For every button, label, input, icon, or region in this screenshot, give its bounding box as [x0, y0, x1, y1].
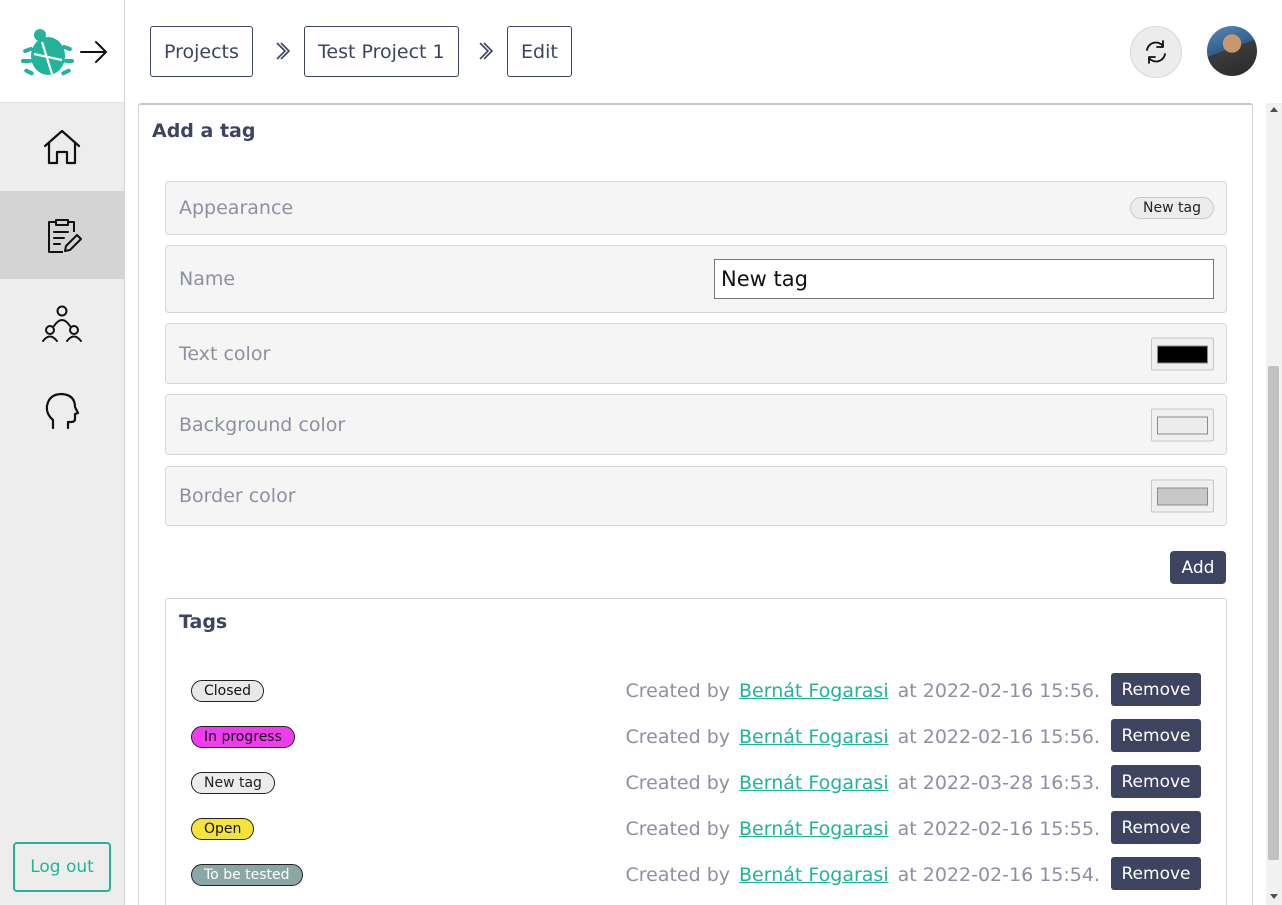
appearance-preview-tag: New tag: [1130, 197, 1214, 219]
created-by-text: Created by: [625, 772, 731, 794]
table-row: To be tested Created by Bernát Fogarasi at …: [166, 857, 1228, 893]
table-row: Closed Created by Bernát Fogarasi at 2022-0…: [166, 673, 1228, 709]
created-by-text: Created by: [625, 680, 731, 702]
clipboard-edit-icon: [48, 219, 82, 253]
app-window: Log out Projects Test Project 1 Edit Add…: [0, 0, 1282, 905]
border-color-picker[interactable]: [1151, 479, 1214, 513]
created-by-text: Created by: [625, 726, 731, 748]
add-tag-panel: Add a tag Appearance New tag Name Text c…: [138, 103, 1253, 905]
home-icon: [43, 129, 81, 165]
head-icon: [45, 392, 80, 430]
tag-label: Closed: [191, 680, 265, 702]
name-row: Name: [165, 245, 1227, 313]
breadcrumb-projects[interactable]: Projects: [150, 26, 253, 77]
logout-button[interactable]: Log out: [13, 842, 111, 892]
name-label: Name: [179, 268, 236, 290]
tag-label: In progress: [191, 726, 295, 748]
background-color-swatch: [1157, 416, 1208, 434]
chevron-right-icon: [276, 42, 290, 60]
sidebar-item-projects[interactable]: [0, 191, 124, 279]
text-color-row: Text color: [165, 323, 1227, 384]
sidebar: Log out: [0, 0, 125, 905]
tag-meta: Created by Bernát Fogarasi at 2022-02-16 1…: [625, 818, 1100, 840]
users-icon: [42, 305, 82, 342]
created-time: at 2022-02-16 15:56.: [897, 680, 1100, 702]
author-link[interactable]: Bernát Fogarasi: [739, 726, 889, 748]
tags-list-box: Tags Closed Created by Bernát Fogarasi at 2…: [165, 598, 1227, 905]
border-color-swatch: [1157, 487, 1208, 506]
border-color-row: Border color: [165, 466, 1227, 526]
refresh-icon: [1146, 40, 1166, 64]
created-time: at 2022-02-16 15:56.: [897, 726, 1100, 748]
text-color-label: Text color: [179, 342, 271, 365]
author-link[interactable]: Bernát Fogarasi: [739, 772, 889, 794]
author-link[interactable]: Bernát Fogarasi: [739, 680, 889, 702]
created-time: at 2022-02-16 15:54.: [897, 864, 1100, 886]
avatar[interactable]: [1207, 26, 1257, 76]
background-color-row: Background color: [165, 394, 1227, 455]
table-row: In progress Created by Bernát Fogarasi at 2…: [166, 719, 1228, 755]
panel-title: Add a tag: [152, 120, 256, 142]
chevron-right-icon: [479, 42, 493, 60]
created-by-text: Created by: [625, 818, 731, 840]
table-row: Open Created by Bernát Fogarasi at 2022-02-…: [166, 811, 1228, 847]
tag-label: New tag: [191, 772, 275, 794]
scroll-up-arrow-icon[interactable]: [1270, 107, 1278, 112]
remove-tag-button[interactable]: Remove: [1111, 857, 1201, 890]
sidebar-item-profile[interactable]: [0, 367, 124, 455]
bug-logo-icon[interactable]: [20, 26, 74, 78]
created-time: at 2022-03-28 16:53.: [897, 772, 1100, 794]
background-color-picker[interactable]: [1151, 408, 1214, 441]
remove-tag-button[interactable]: Remove: [1111, 765, 1201, 798]
created-by-text: Created by: [625, 864, 731, 886]
arrow-right-icon[interactable]: [78, 36, 110, 68]
table-row: New tag Created by Bernát Fogarasi at 2022-…: [166, 765, 1228, 801]
tags-title: Tags: [179, 611, 228, 633]
tag-name-input[interactable]: [714, 259, 1214, 299]
breadcrumb-edit[interactable]: Edit: [507, 26, 572, 77]
remove-tag-button[interactable]: Remove: [1111, 719, 1201, 752]
appearance-label: Appearance: [179, 197, 294, 219]
remove-tag-button[interactable]: Remove: [1111, 673, 1201, 706]
created-time: at 2022-02-16 15:55.: [897, 818, 1100, 840]
tag-meta: Created by Bernát Fogarasi at 2022-02-16 1…: [625, 726, 1100, 748]
sidebar-header: [0, 0, 124, 103]
appearance-row: Appearance New tag: [165, 181, 1227, 235]
main-content: Add a tag Appearance New tag Name Text c…: [125, 103, 1266, 905]
sidebar-item-users[interactable]: [0, 279, 124, 367]
remove-tag-button[interactable]: Remove: [1111, 811, 1201, 844]
tag-meta: Created by Bernát Fogarasi at 2022-03-28 1…: [625, 772, 1100, 794]
text-color-swatch: [1157, 345, 1208, 363]
vertical-scrollbar[interactable]: [1266, 103, 1282, 905]
breadcrumb-project[interactable]: Test Project 1: [304, 26, 459, 77]
tag-label: Open: [191, 818, 255, 840]
border-color-label: Border color: [179, 485, 296, 507]
tag-label: To be tested: [191, 864, 303, 886]
sync-button[interactable]: [1130, 26, 1182, 78]
add-tag-button[interactable]: Add: [1170, 551, 1226, 584]
top-bar: Projects Test Project 1 Edit: [125, 0, 1282, 103]
scroll-down-arrow-icon[interactable]: [1270, 894, 1278, 899]
author-link[interactable]: Bernát Fogarasi: [739, 864, 889, 886]
scroll-thumb[interactable]: [1268, 366, 1279, 860]
author-link[interactable]: Bernát Fogarasi: [739, 818, 889, 840]
tag-meta: Created by Bernát Fogarasi at 2022-02-16 1…: [625, 680, 1100, 702]
sidebar-item-home[interactable]: [0, 103, 124, 191]
text-color-picker[interactable]: [1151, 337, 1214, 370]
background-color-label: Background color: [179, 413, 346, 436]
tag-meta: Created by Bernát Fogarasi at 2022-02-16 1…: [625, 864, 1100, 886]
